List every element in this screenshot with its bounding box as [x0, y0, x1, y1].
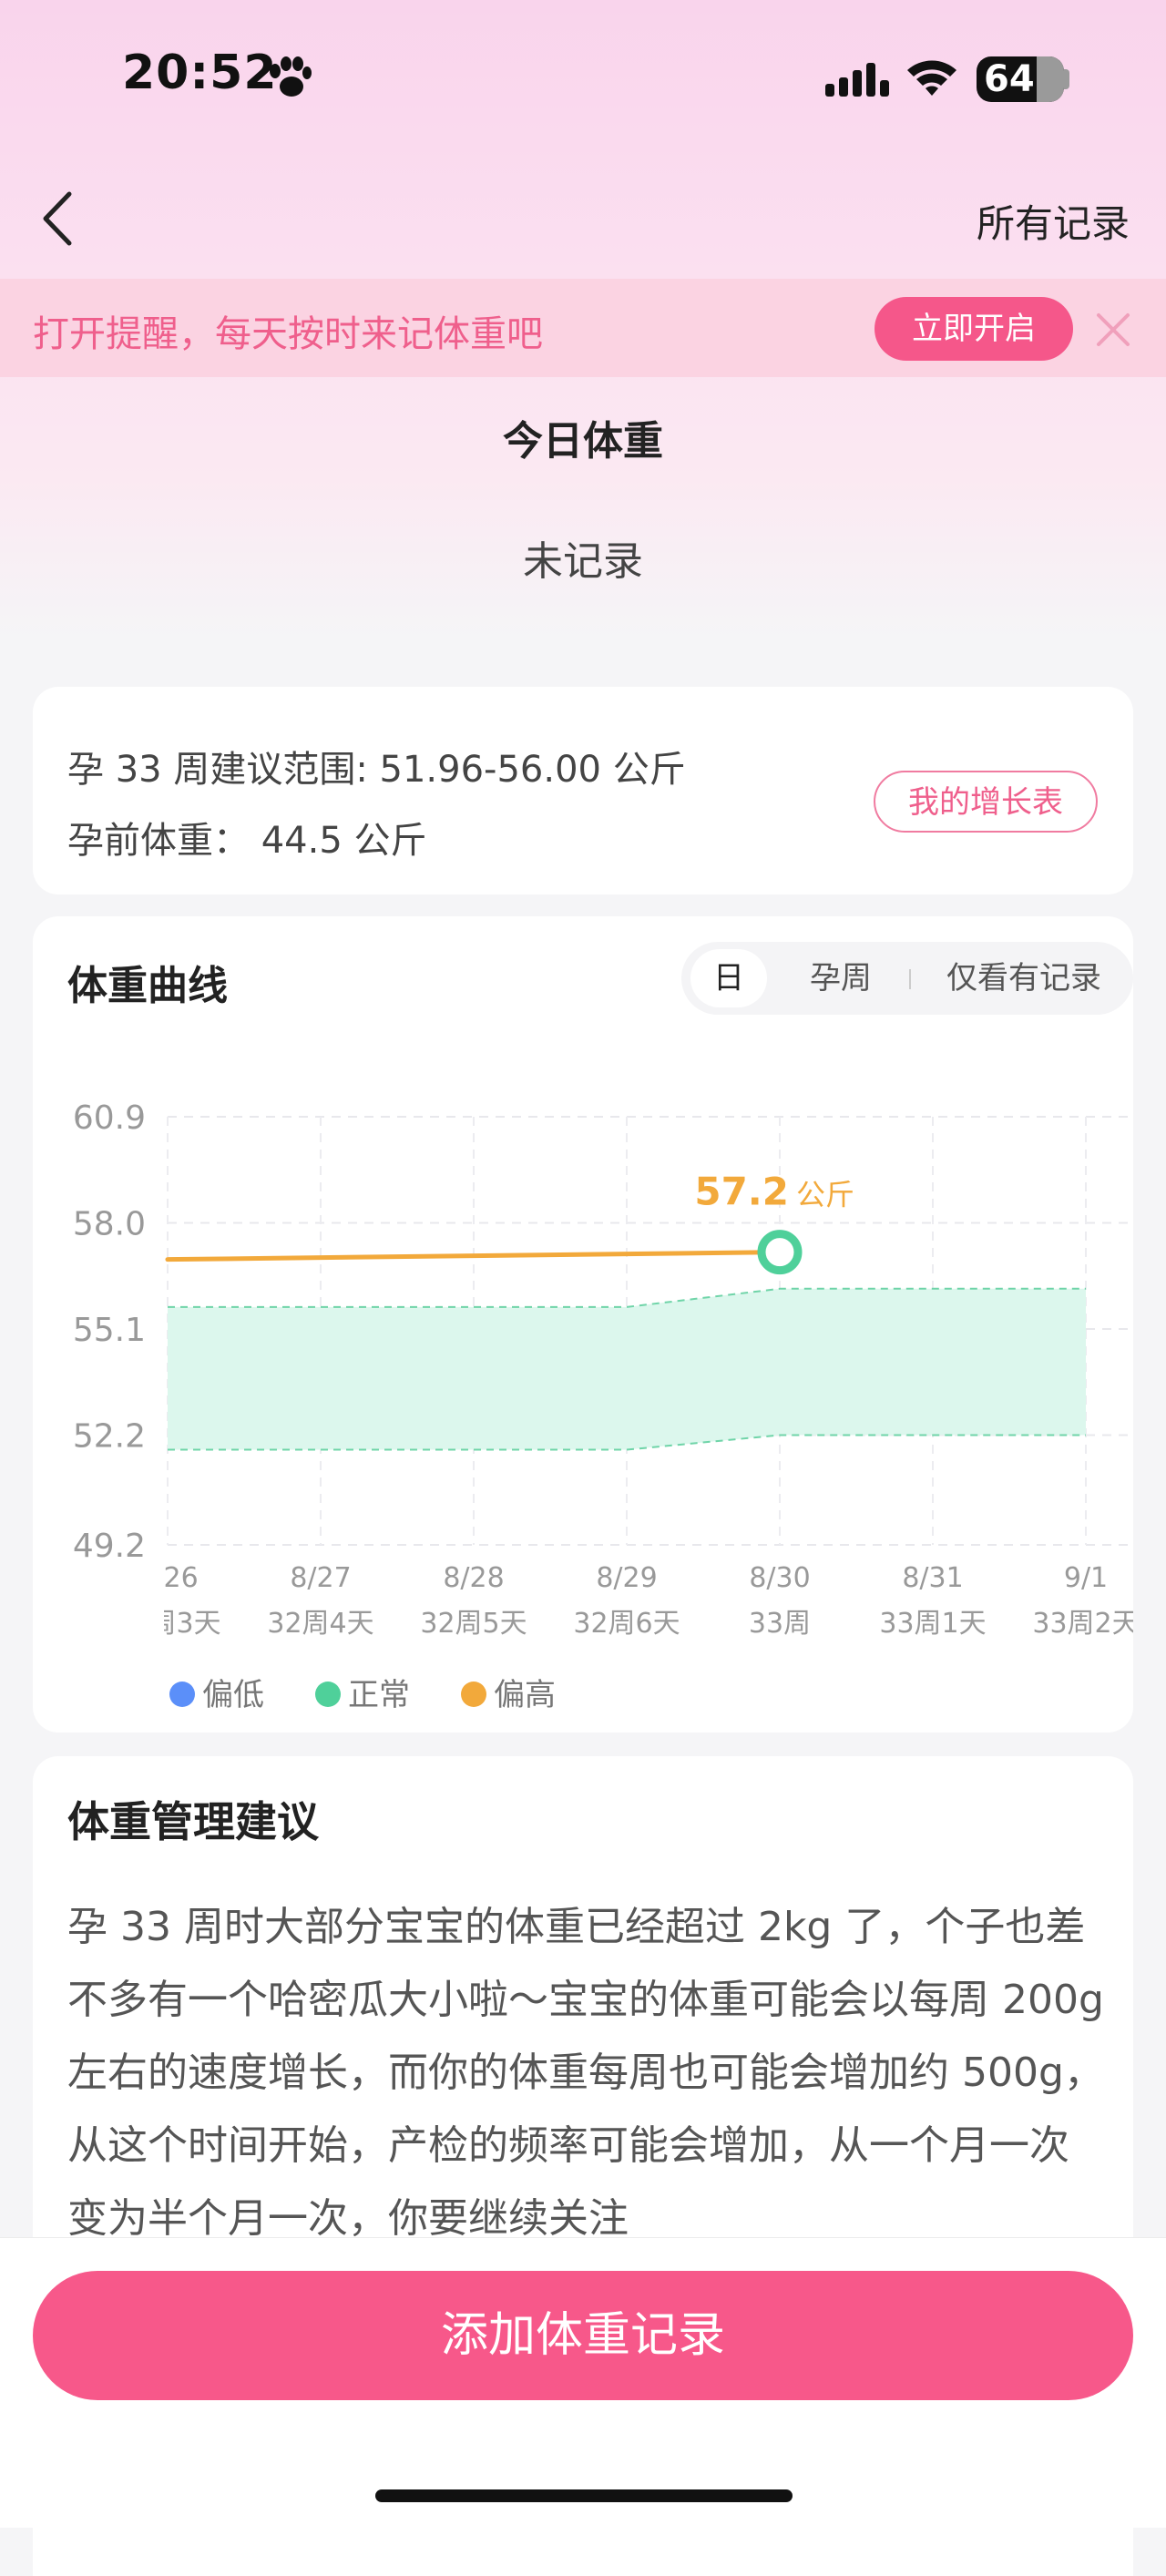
weight-point — [757, 1230, 803, 1275]
weight-summary-card: 孕 33 周建议范围: 51.96-56.00 公斤 孕前体重： 44.5 公斤… — [33, 687, 1133, 894]
status-bar: 20:52 64 — [0, 0, 1166, 155]
x-tick-date: 8/28 — [443, 1562, 504, 1594]
y-tick-label: 60.9 — [73, 1099, 146, 1137]
status-time: 20:52 — [122, 46, 278, 100]
legend-marker — [315, 1682, 341, 1707]
chart-title: 体重曲线 — [67, 963, 228, 1009]
x-tick-date: 9/1 — [1064, 1562, 1108, 1594]
x-tick-week: 32周6天 — [573, 1608, 680, 1640]
y-tick-label: 49.2 — [73, 1528, 146, 1565]
home-indicator — [375, 2489, 793, 2502]
x-tick-date: 8/26 — [137, 1562, 198, 1594]
recommended-range: 孕 33 周建议范围: 51.96-56.00 公斤 — [67, 749, 686, 791]
tab-records-only[interactable]: 仅看有记录 — [927, 949, 1120, 1007]
advice-body: 孕 33 周时大部分宝宝的体重已经超过 2kg 了，个子也差不多有一个哈密瓜大小… — [67, 1904, 1104, 2242]
view-toggle: 日 孕周 仅看有记录 — [681, 942, 1133, 1015]
weight-curve-card: 体重曲线 日 孕周 仅看有记录 60.9 58.0 55.1 52.2 49.2 57.2… — [33, 916, 1133, 1733]
weight-chart[interactable]: 60.9 58.0 55.1 52.2 49.2 57.2 公斤 8/26 32周3天 8/27 3… — [33, 1062, 1133, 1718]
all-records-link[interactable]: 所有记录 — [977, 193, 1130, 249]
pre-pregnancy-weight: 孕前体重： 44.5 公斤 — [67, 820, 427, 862]
x-tick-date: 8/31 — [902, 1562, 963, 1594]
today-weight-value: 未记录 — [523, 538, 643, 585]
paw-icon — [270, 56, 312, 97]
reminder-text: 打开提醒，每天按时来记体重吧 — [33, 313, 543, 355]
advice-title: 体重管理建议 — [67, 1797, 319, 1846]
battery-indicator: 64 — [977, 56, 1064, 102]
legend-marker — [169, 1682, 195, 1707]
x-tick-week: 33周2天 — [1032, 1608, 1133, 1640]
y-tick-label: 52.2 — [73, 1417, 146, 1455]
weight-unit-label: 公斤 — [796, 1178, 854, 1212]
tab-day[interactable]: 日 — [690, 949, 767, 1007]
x-tick-week: 32周3天 — [114, 1608, 220, 1640]
legend-marker — [461, 1682, 486, 1707]
y-tick-label: 58.0 — [73, 1205, 146, 1242]
y-tick-label: 55.1 — [73, 1312, 146, 1349]
x-tick-week: 32周5天 — [420, 1608, 527, 1640]
cellular-signal-icon — [825, 63, 889, 97]
tab-separator — [909, 969, 911, 989]
battery-tip — [1064, 69, 1069, 89]
today-weight-title: 今日体重 — [503, 418, 663, 465]
weight-data-label: 57.2 — [694, 1170, 789, 1214]
x-tick-week: 32周4天 — [267, 1608, 373, 1640]
battery-level: 64 — [984, 58, 1035, 100]
x-tick-week: 33周1天 — [879, 1608, 986, 1640]
reminder-banner: 打开提醒，每天按时来记体重吧 立即开启 — [0, 279, 1166, 377]
legend-label: 正常 — [348, 1677, 410, 1713]
wifi-icon — [907, 60, 956, 96]
x-tick-date: 8/29 — [596, 1562, 657, 1594]
normal-range-band — [168, 1288, 1086, 1450]
tab-week[interactable]: 孕周 — [793, 949, 889, 1007]
enable-reminder-button[interactable]: 立即开启 — [874, 297, 1073, 361]
bottom-bar: 添加体重记录 — [0, 2237, 1166, 2528]
growth-table-button[interactable]: 我的增长表 — [874, 771, 1098, 833]
add-weight-record-button[interactable]: 添加体重记录 — [33, 2271, 1133, 2400]
close-icon[interactable] — [1093, 310, 1133, 350]
legend-label: 偏低 — [202, 1677, 264, 1713]
back-icon[interactable] — [35, 187, 80, 250]
x-tick-date: 8/30 — [749, 1562, 810, 1594]
x-tick-date: 8/27 — [290, 1562, 351, 1594]
x-tick-week: 33周 — [749, 1608, 811, 1640]
legend-label: 偏高 — [494, 1677, 556, 1713]
